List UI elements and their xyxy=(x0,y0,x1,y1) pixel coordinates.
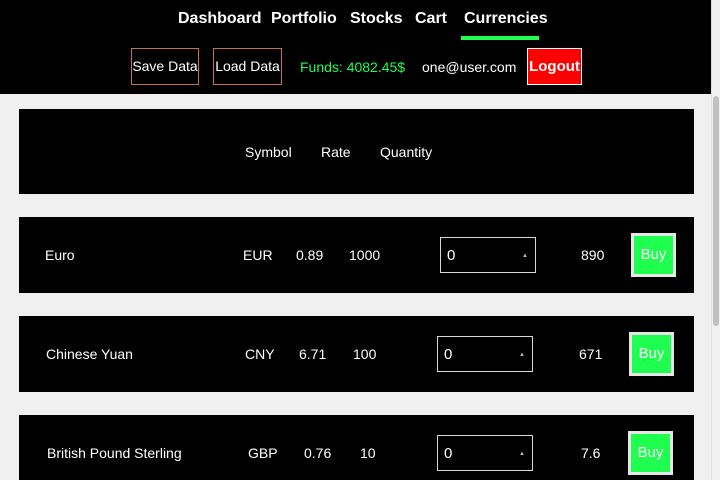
currency-total: 890 xyxy=(581,247,605,263)
currency-row-cny: Chinese Yuan CNY 6.71 100 ▲︎ 671 Buy xyxy=(19,316,694,392)
currency-quantity: 100 xyxy=(353,346,377,362)
buy-quantity-input[interactable] xyxy=(438,337,518,371)
save-data-button[interactable]: Save Data xyxy=(131,48,199,85)
currency-name: British Pound Sterling xyxy=(47,445,182,461)
currency-rate: 0.89 xyxy=(296,247,324,263)
page: Dashboard Portfolio Stocks Cart Currenci… xyxy=(0,0,720,480)
column-header-symbol: Symbol xyxy=(245,144,292,160)
column-header-rate: Rate xyxy=(321,144,351,160)
column-header-quantity: Quantity xyxy=(380,144,433,160)
nav-stocks[interactable]: Stocks xyxy=(350,9,402,29)
currency-rate: 0.76 xyxy=(304,445,332,461)
top-header: Dashboard Portfolio Stocks Cart Currenci… xyxy=(0,0,711,94)
buy-quantity-input[interactable] xyxy=(441,238,521,272)
currency-rate: 6.71 xyxy=(299,346,327,362)
currency-name: Euro xyxy=(45,247,75,263)
buy-button[interactable]: Buy xyxy=(629,332,674,376)
buy-button[interactable]: Buy xyxy=(628,431,673,475)
number-spinner-icon[interactable]: ▲︎ xyxy=(519,451,525,457)
buy-quantity-field: ▲︎ xyxy=(437,435,533,471)
logout-button[interactable]: Logout xyxy=(527,48,582,85)
currency-row-eur: Euro EUR 0.89 1000 ▲︎ 890 Buy xyxy=(19,217,694,293)
scrollbar-thumb[interactable] xyxy=(713,96,719,326)
currency-symbol: EUR xyxy=(243,247,273,263)
currency-total: 671 xyxy=(579,346,603,362)
currency-total: 7.6 xyxy=(581,445,601,461)
buy-quantity-input[interactable] xyxy=(438,436,518,470)
currency-symbol: GBP xyxy=(248,445,278,461)
load-data-button[interactable]: Load Data xyxy=(213,48,282,85)
column-header-panel: Symbol Rate Quantity xyxy=(19,109,694,194)
number-spinner-icon[interactable]: ▲︎ xyxy=(522,253,528,259)
page-scrollbar[interactable] xyxy=(711,0,720,480)
currency-quantity: 1000 xyxy=(349,247,381,263)
buy-quantity-field: ▲︎ xyxy=(440,237,536,273)
currency-name: Chinese Yuan xyxy=(46,346,133,362)
active-tab-indicator xyxy=(461,36,539,40)
nav-currencies[interactable]: Currencies xyxy=(464,9,548,29)
funds-display: Funds: 4082.45$ xyxy=(300,59,406,75)
currency-row-gbp: British Pound Sterling GBP 0.76 10 ▲︎ 7.… xyxy=(19,415,694,480)
currency-symbol: CNY xyxy=(245,346,275,362)
nav-cart[interactable]: Cart xyxy=(415,9,447,29)
number-spinner-icon[interactable]: ▲︎ xyxy=(519,352,525,358)
currency-quantity: 10 xyxy=(360,445,376,461)
nav-dashboard[interactable]: Dashboard xyxy=(178,9,262,29)
nav-portfolio[interactable]: Portfolio xyxy=(271,9,337,29)
user-email: one@user.com xyxy=(422,59,517,75)
buy-quantity-field: ▲︎ xyxy=(437,336,533,372)
buy-button[interactable]: Buy xyxy=(631,233,676,277)
